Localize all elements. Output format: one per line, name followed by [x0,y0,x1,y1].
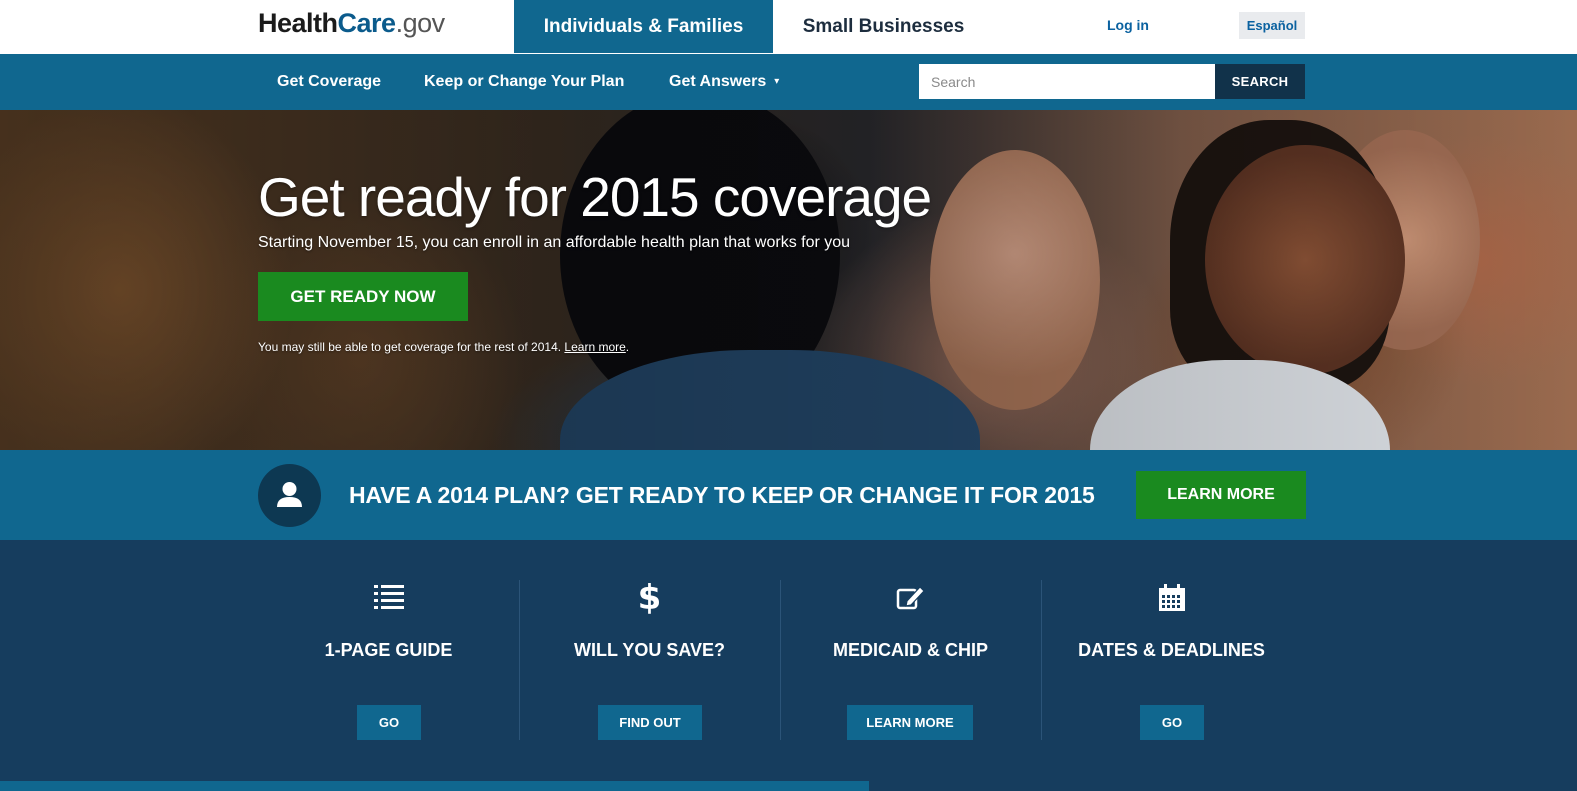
hero-subtitle: Starting November 15, you can enroll in … [258,234,851,251]
learn-more-button[interactable]: LEARN MORE [1136,471,1306,519]
feature-title: DATES & DEADLINES [1078,640,1265,660]
plan-banner: HAVE A 2014 PLAN? GET READY TO KEEP OR C… [0,450,1577,540]
nav-keep-or-change-plan[interactable]: Keep or Change Your Plan [424,73,624,91]
feature-medicaid-chip: MEDICAID & CHIP LEARN MORE [780,540,1041,781]
healthcare-gov-logo[interactable]: HealthCare.gov [258,8,445,39]
feature-learn-more-button[interactable]: LEARN MORE [847,705,973,740]
calendar-icon [1041,584,1302,612]
language-espanol-button[interactable]: Español [1239,12,1305,39]
nav-get-coverage[interactable]: Get Coverage [277,73,381,91]
tab-small-businesses[interactable]: Small Businesses [786,0,981,53]
feature-panel: 1-PAGE GUIDE GO $ WILL YOU SAVE? FIND OU… [0,540,1577,781]
dollar-icon: $ [637,578,662,618]
nav-get-answers-label: Get Answers [669,73,767,90]
tab-individuals-families[interactable]: Individuals & Families [514,0,773,53]
search-button[interactable]: SEARCH [1215,64,1305,99]
main-nav: Get Coverage Keep or Change Your Plan Ge… [0,54,1577,110]
feature-dates-deadlines: DATES & DEADLINES GO [1041,540,1302,781]
feature-title: WILL YOU SAVE? [573,640,725,660]
plan-banner-text: HAVE A 2014 PLAN? GET READY TO KEEP OR C… [349,482,1095,508]
feature-title: MEDICAID & CHIP [832,640,988,660]
feature-go-button[interactable]: GO [357,705,421,740]
person-icon [258,464,321,527]
hero-banner: Get ready for 2015 coverage Starting Nov… [0,110,1577,450]
bottom-strip-right [869,781,1577,791]
chevron-down-icon: ▾ [774,76,780,87]
hero-note-text: You may still be able to get coverage fo… [258,340,565,354]
learn-more-link[interactable]: Learn more [564,340,625,354]
login-link[interactable]: Log in [1107,17,1149,33]
hero-note-end: . [625,340,630,354]
get-ready-now-button[interactable]: GET READY NOW [258,272,468,321]
hero-note: You may still be able to get coverage fo… [258,340,629,354]
bottom-strip [0,781,1577,791]
top-bar: HealthCare.gov Individuals & Families Sm… [0,0,1577,54]
nav-get-answers[interactable]: Get Answers ▾ [669,73,779,91]
feature-find-out-button[interactable]: FIND OUT [598,705,702,740]
hero-title: Get ready for 2015 coverage [258,166,932,228]
feature-title: 1-PAGE GUIDE [324,640,453,660]
search-input[interactable] [919,64,1215,99]
edit-icon [780,584,1041,612]
feature-go-button[interactable]: GO [1140,705,1204,740]
hero-photo-overlay [0,110,1577,450]
feature-one-page-guide: 1-PAGE GUIDE GO [258,540,519,781]
list-icon [258,584,519,610]
feature-will-you-save: $ WILL YOU SAVE? FIND OUT [519,540,780,781]
